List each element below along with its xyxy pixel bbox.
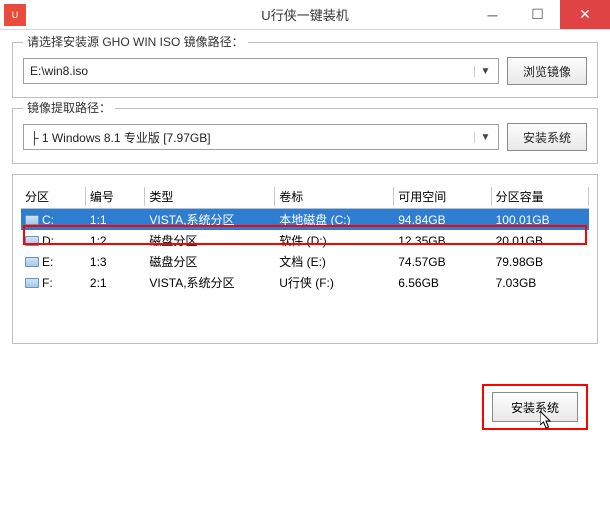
cell-free: 6.56GB [394,272,491,293]
cell-label: 本地磁盘 (C:) [275,209,394,231]
source-path-combo[interactable]: E:\win8.iso ▼ [23,58,499,84]
drive-icon [25,278,39,288]
drive-icon [25,236,39,246]
cell-cap: 7.03GB [492,272,589,293]
partition-table-panel: 分区 编号 类型 卷标 可用空间 分区容量 C:1:1VISTA,系统分区本地磁… [12,174,598,344]
table-row[interactable]: D:1:2磁盘分区软件 (D:)12.35GB20.01GB [21,230,589,251]
install-highlight-box: 安装系统 [482,384,588,430]
content-area: 请选择安装源 GHO WIN ISO 镜像路径： E:\win8.iso ▼ 浏… [0,30,610,442]
drive-icon [25,257,39,267]
drive-icon [25,215,39,225]
window-title: U行侠一键装机 [261,5,348,24]
browse-image-button[interactable]: 浏览镜像 [507,57,587,85]
cell-label: 文档 (E:) [275,251,394,272]
source-legend: 请选择安装源 GHO WIN ISO 镜像路径： [23,33,248,50]
header-type[interactable]: 类型 [145,185,275,209]
header-drive[interactable]: 分区 [21,185,86,209]
cell-num: 1:2 [86,230,146,251]
app-icon: U [4,4,26,26]
cell-drive: C: [21,209,86,231]
extract-fieldset: 镜像提取路径： ├ 1 Windows 8.1 专业版 [7.97GB] ▼ 安… [12,108,598,164]
cell-label: U行侠 (F:) [275,272,394,293]
cell-num: 1:1 [86,209,146,231]
install-system-button-top[interactable]: 安装系统 [507,123,587,151]
cell-label: 软件 (D:) [275,230,394,251]
extract-path-value: ├ 1 Windows 8.1 专业版 [7.97GB] [30,129,474,146]
titlebar: U U行侠一键装机 ─ ☐ ✕ [0,0,610,30]
partition-table: 分区 编号 类型 卷标 可用空间 分区容量 C:1:1VISTA,系统分区本地磁… [21,185,589,293]
header-cap[interactable]: 分区容量 [492,185,589,209]
cell-drive: D: [21,230,86,251]
close-button[interactable]: ✕ [560,0,610,29]
cell-drive: E: [21,251,86,272]
table-row[interactable]: F:2:1VISTA,系统分区U行侠 (F:)6.56GB7.03GB [21,272,589,293]
maximize-button[interactable]: ☐ [515,0,560,29]
header-free[interactable]: 可用空间 [394,185,491,209]
install-system-button[interactable]: 安装系统 [492,392,578,422]
table-row[interactable]: E:1:3磁盘分区文档 (E:)74.57GB79.98GB [21,251,589,272]
cell-type: 磁盘分区 [145,230,275,251]
cell-num: 2:1 [86,272,146,293]
minimize-button[interactable]: ─ [470,0,515,29]
extract-legend: 镜像提取路径： [23,99,115,116]
cell-free: 94.84GB [394,209,491,231]
cell-drive: F: [21,272,86,293]
header-num[interactable]: 编号 [86,185,146,209]
chevron-down-icon: ▼ [474,132,492,143]
header-label[interactable]: 卷标 [275,185,394,209]
window-controls: ─ ☐ ✕ [470,0,610,29]
source-fieldset: 请选择安装源 GHO WIN ISO 镜像路径： E:\win8.iso ▼ 浏… [12,42,598,98]
cell-cap: 100.01GB [492,209,589,231]
table-row[interactable]: C:1:1VISTA,系统分区本地磁盘 (C:)94.84GB100.01GB [21,209,589,231]
table-header-row: 分区 编号 类型 卷标 可用空间 分区容量 [21,185,589,209]
extract-path-combo[interactable]: ├ 1 Windows 8.1 专业版 [7.97GB] ▼ [23,124,499,150]
cell-num: 1:3 [86,251,146,272]
cell-free: 74.57GB [394,251,491,272]
cell-type: VISTA,系统分区 [145,272,275,293]
source-path-value: E:\win8.iso [30,64,474,78]
chevron-down-icon: ▼ [474,66,492,77]
cell-cap: 79.98GB [492,251,589,272]
cell-cap: 20.01GB [492,230,589,251]
cell-type: 磁盘分区 [145,251,275,272]
cell-type: VISTA,系统分区 [145,209,275,231]
bottom-area: 安装系统 [12,384,598,430]
cell-free: 12.35GB [394,230,491,251]
